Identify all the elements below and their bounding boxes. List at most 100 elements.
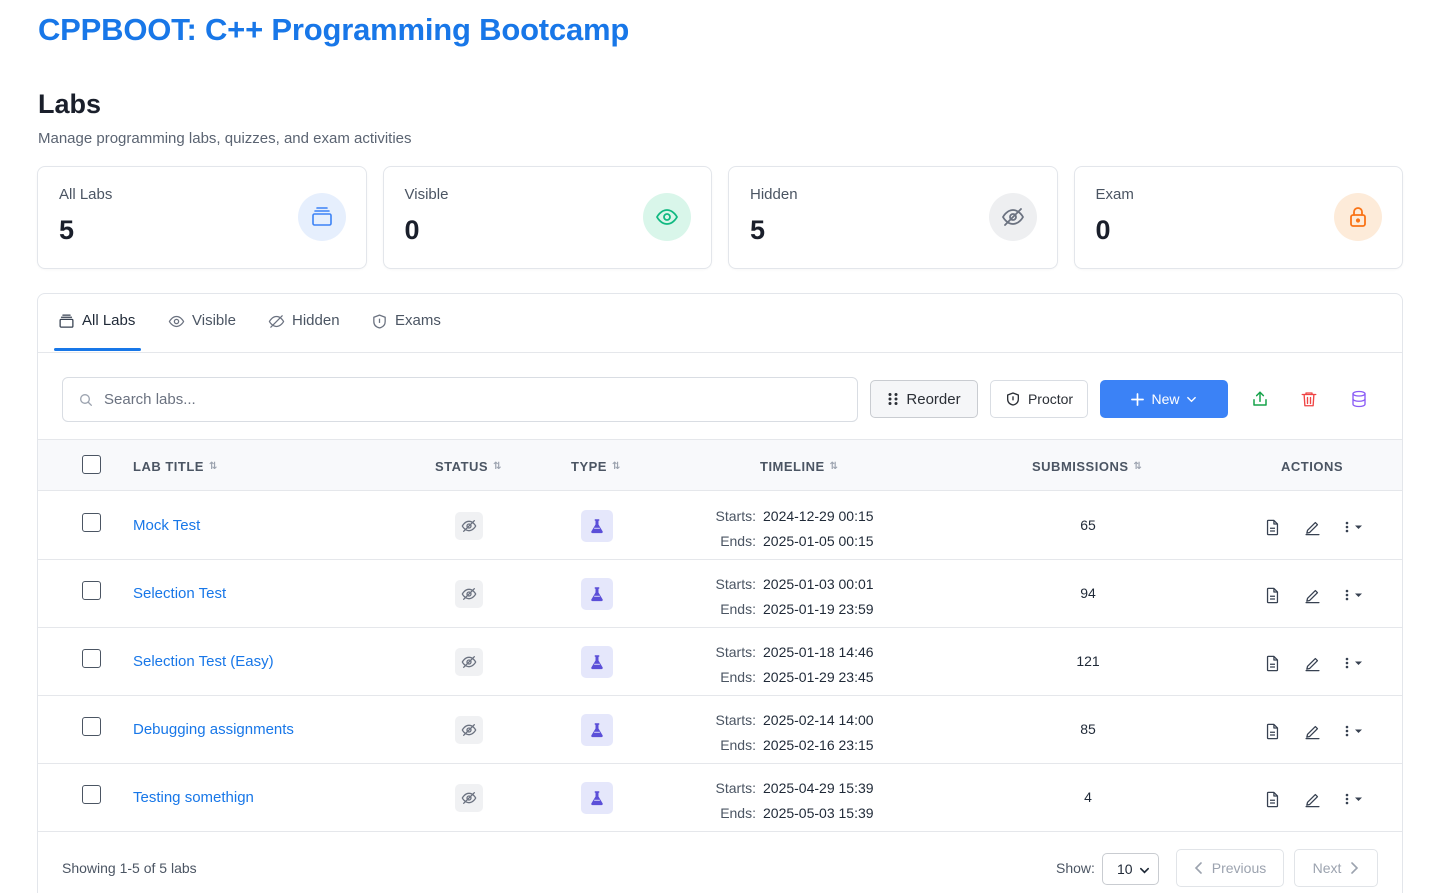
eye-off-icon	[461, 792, 477, 804]
stat-label: Visible	[404, 186, 449, 203]
sort-icon: ⇅	[1133, 461, 1142, 472]
start-date: 2024-12-29 00:15	[763, 508, 874, 524]
column-header-timeline[interactable]: TIMELINE ⇅	[760, 459, 838, 474]
status-badge	[455, 648, 483, 676]
submissions-count: 65	[1080, 517, 1096, 533]
more-actions-button[interactable]	[1343, 789, 1367, 809]
status-badge	[455, 580, 483, 608]
status-badge	[455, 716, 483, 744]
more-actions-button[interactable]	[1343, 585, 1367, 605]
column-header-submissions[interactable]: SUBMISSIONS ⇅	[1032, 459, 1142, 474]
start-date: 2025-04-29 15:39	[763, 780, 874, 796]
new-label: New	[1151, 391, 1180, 407]
edit-button[interactable]	[1302, 585, 1322, 605]
column-header-actions: ACTIONS	[1281, 459, 1343, 474]
export-icon	[1253, 391, 1267, 406]
more-icon	[1345, 657, 1362, 669]
eye-off-icon	[461, 724, 477, 736]
table-row: Selection Test Starts: 2025-01-03 00:01 E…	[38, 560, 1402, 628]
active-tab-indicator	[54, 348, 141, 351]
select-all-checkbox[interactable]	[82, 455, 101, 474]
proctor-button[interactable]: Proctor	[990, 380, 1088, 418]
more-icon	[1345, 589, 1362, 601]
table-footer: Showing 1-5 of 5 labs Show: 10 Previous …	[38, 831, 1402, 893]
next-page-button[interactable]: Next	[1294, 849, 1378, 887]
new-button[interactable]: New	[1100, 380, 1228, 418]
reorder-button[interactable]: Reorder	[870, 380, 978, 418]
flask-icon	[591, 519, 603, 534]
edit-button[interactable]	[1302, 517, 1322, 537]
type-badge	[581, 782, 613, 814]
previous-page-button[interactable]: Previous	[1176, 849, 1284, 887]
eye-icon	[168, 315, 185, 328]
trash-icon	[1301, 392, 1317, 407]
lab-title-link[interactable]: Selection Test (Easy)	[133, 653, 274, 670]
delete-button[interactable]	[1297, 387, 1321, 411]
lab-title-link[interactable]: Testing somethign	[133, 789, 254, 806]
ends-label: Ends:	[720, 533, 756, 549]
row-checkbox[interactable]	[82, 717, 101, 736]
view-button[interactable]	[1262, 721, 1282, 741]
view-button[interactable]	[1262, 653, 1282, 673]
end-date: 2025-01-05 00:15	[763, 533, 874, 549]
column-header-lab-title[interactable]: LAB TITLE ⇅	[133, 459, 217, 474]
view-button[interactable]	[1262, 789, 1282, 809]
lab-title-link[interactable]: Selection Test	[133, 585, 226, 602]
starts-label: Starts:	[715, 508, 756, 524]
eye-off-icon	[461, 520, 477, 532]
more-actions-button[interactable]	[1343, 721, 1367, 741]
sort-icon: ⇅	[829, 461, 838, 472]
drag-handle-icon	[888, 393, 898, 405]
document-icon	[1266, 723, 1278, 739]
database-icon	[1352, 390, 1366, 408]
tab-all-labs[interactable]: All Labs	[58, 312, 135, 352]
tab-exams[interactable]: Exams	[371, 312, 441, 352]
more-actions-button[interactable]	[1343, 653, 1367, 673]
row-checkbox[interactable]	[82, 513, 101, 532]
database-button[interactable]	[1347, 387, 1371, 411]
stat-card-all-labs: All Labs 5	[37, 166, 367, 269]
eye-off-icon	[268, 315, 285, 328]
flask-icon	[591, 723, 603, 738]
timeline: Starts: 2025-01-03 00:01 Ends: 2025-01-19 …	[688, 572, 874, 622]
edit-button[interactable]	[1302, 721, 1322, 741]
pencil-icon	[1304, 657, 1320, 671]
export-button[interactable]	[1248, 387, 1272, 411]
column-header-status[interactable]: STATUS ⇅	[435, 459, 502, 474]
edit-button[interactable]	[1302, 653, 1322, 673]
tab-visible[interactable]: Visible	[168, 312, 236, 352]
search-input[interactable]	[104, 391, 844, 408]
page-size-select[interactable]: 10	[1102, 853, 1159, 885]
submissions-count: 121	[1076, 653, 1100, 669]
tab-bar: All Labs Visible Hidden Exams	[38, 294, 1402, 353]
tab-hidden[interactable]: Hidden	[268, 312, 340, 352]
ends-label: Ends:	[720, 737, 756, 753]
end-date: 2025-01-19 23:59	[763, 601, 874, 617]
document-icon	[1266, 791, 1278, 807]
page-size-value: 10	[1117, 861, 1133, 877]
stat-value: 5	[750, 215, 766, 245]
view-button[interactable]	[1262, 517, 1282, 537]
lab-title-link[interactable]: Debugging assignments	[133, 721, 294, 738]
end-date: 2025-05-03 15:39	[763, 805, 874, 821]
column-header-type[interactable]: TYPE ⇅	[571, 459, 620, 474]
lab-title-link[interactable]: Mock Test	[133, 517, 200, 534]
end-date: 2025-01-29 23:45	[763, 669, 874, 685]
status-badge	[455, 784, 483, 812]
pencil-icon	[1304, 793, 1320, 807]
more-icon	[1345, 521, 1362, 533]
row-checkbox[interactable]	[82, 581, 101, 600]
more-actions-button[interactable]	[1343, 517, 1367, 537]
view-button[interactable]	[1262, 585, 1282, 605]
pencil-icon	[1304, 589, 1320, 603]
edit-button[interactable]	[1302, 789, 1322, 809]
row-checkbox[interactable]	[82, 785, 101, 804]
ends-label: Ends:	[720, 601, 756, 617]
stat-label: Exam	[1095, 186, 1134, 203]
flask-icon	[591, 655, 603, 670]
eye-off-icon	[461, 588, 477, 600]
start-date: 2025-01-03 00:01	[763, 576, 874, 592]
proctor-label: Proctor	[1027, 391, 1074, 407]
row-checkbox[interactable]	[82, 649, 101, 668]
flask-icon	[591, 791, 603, 806]
